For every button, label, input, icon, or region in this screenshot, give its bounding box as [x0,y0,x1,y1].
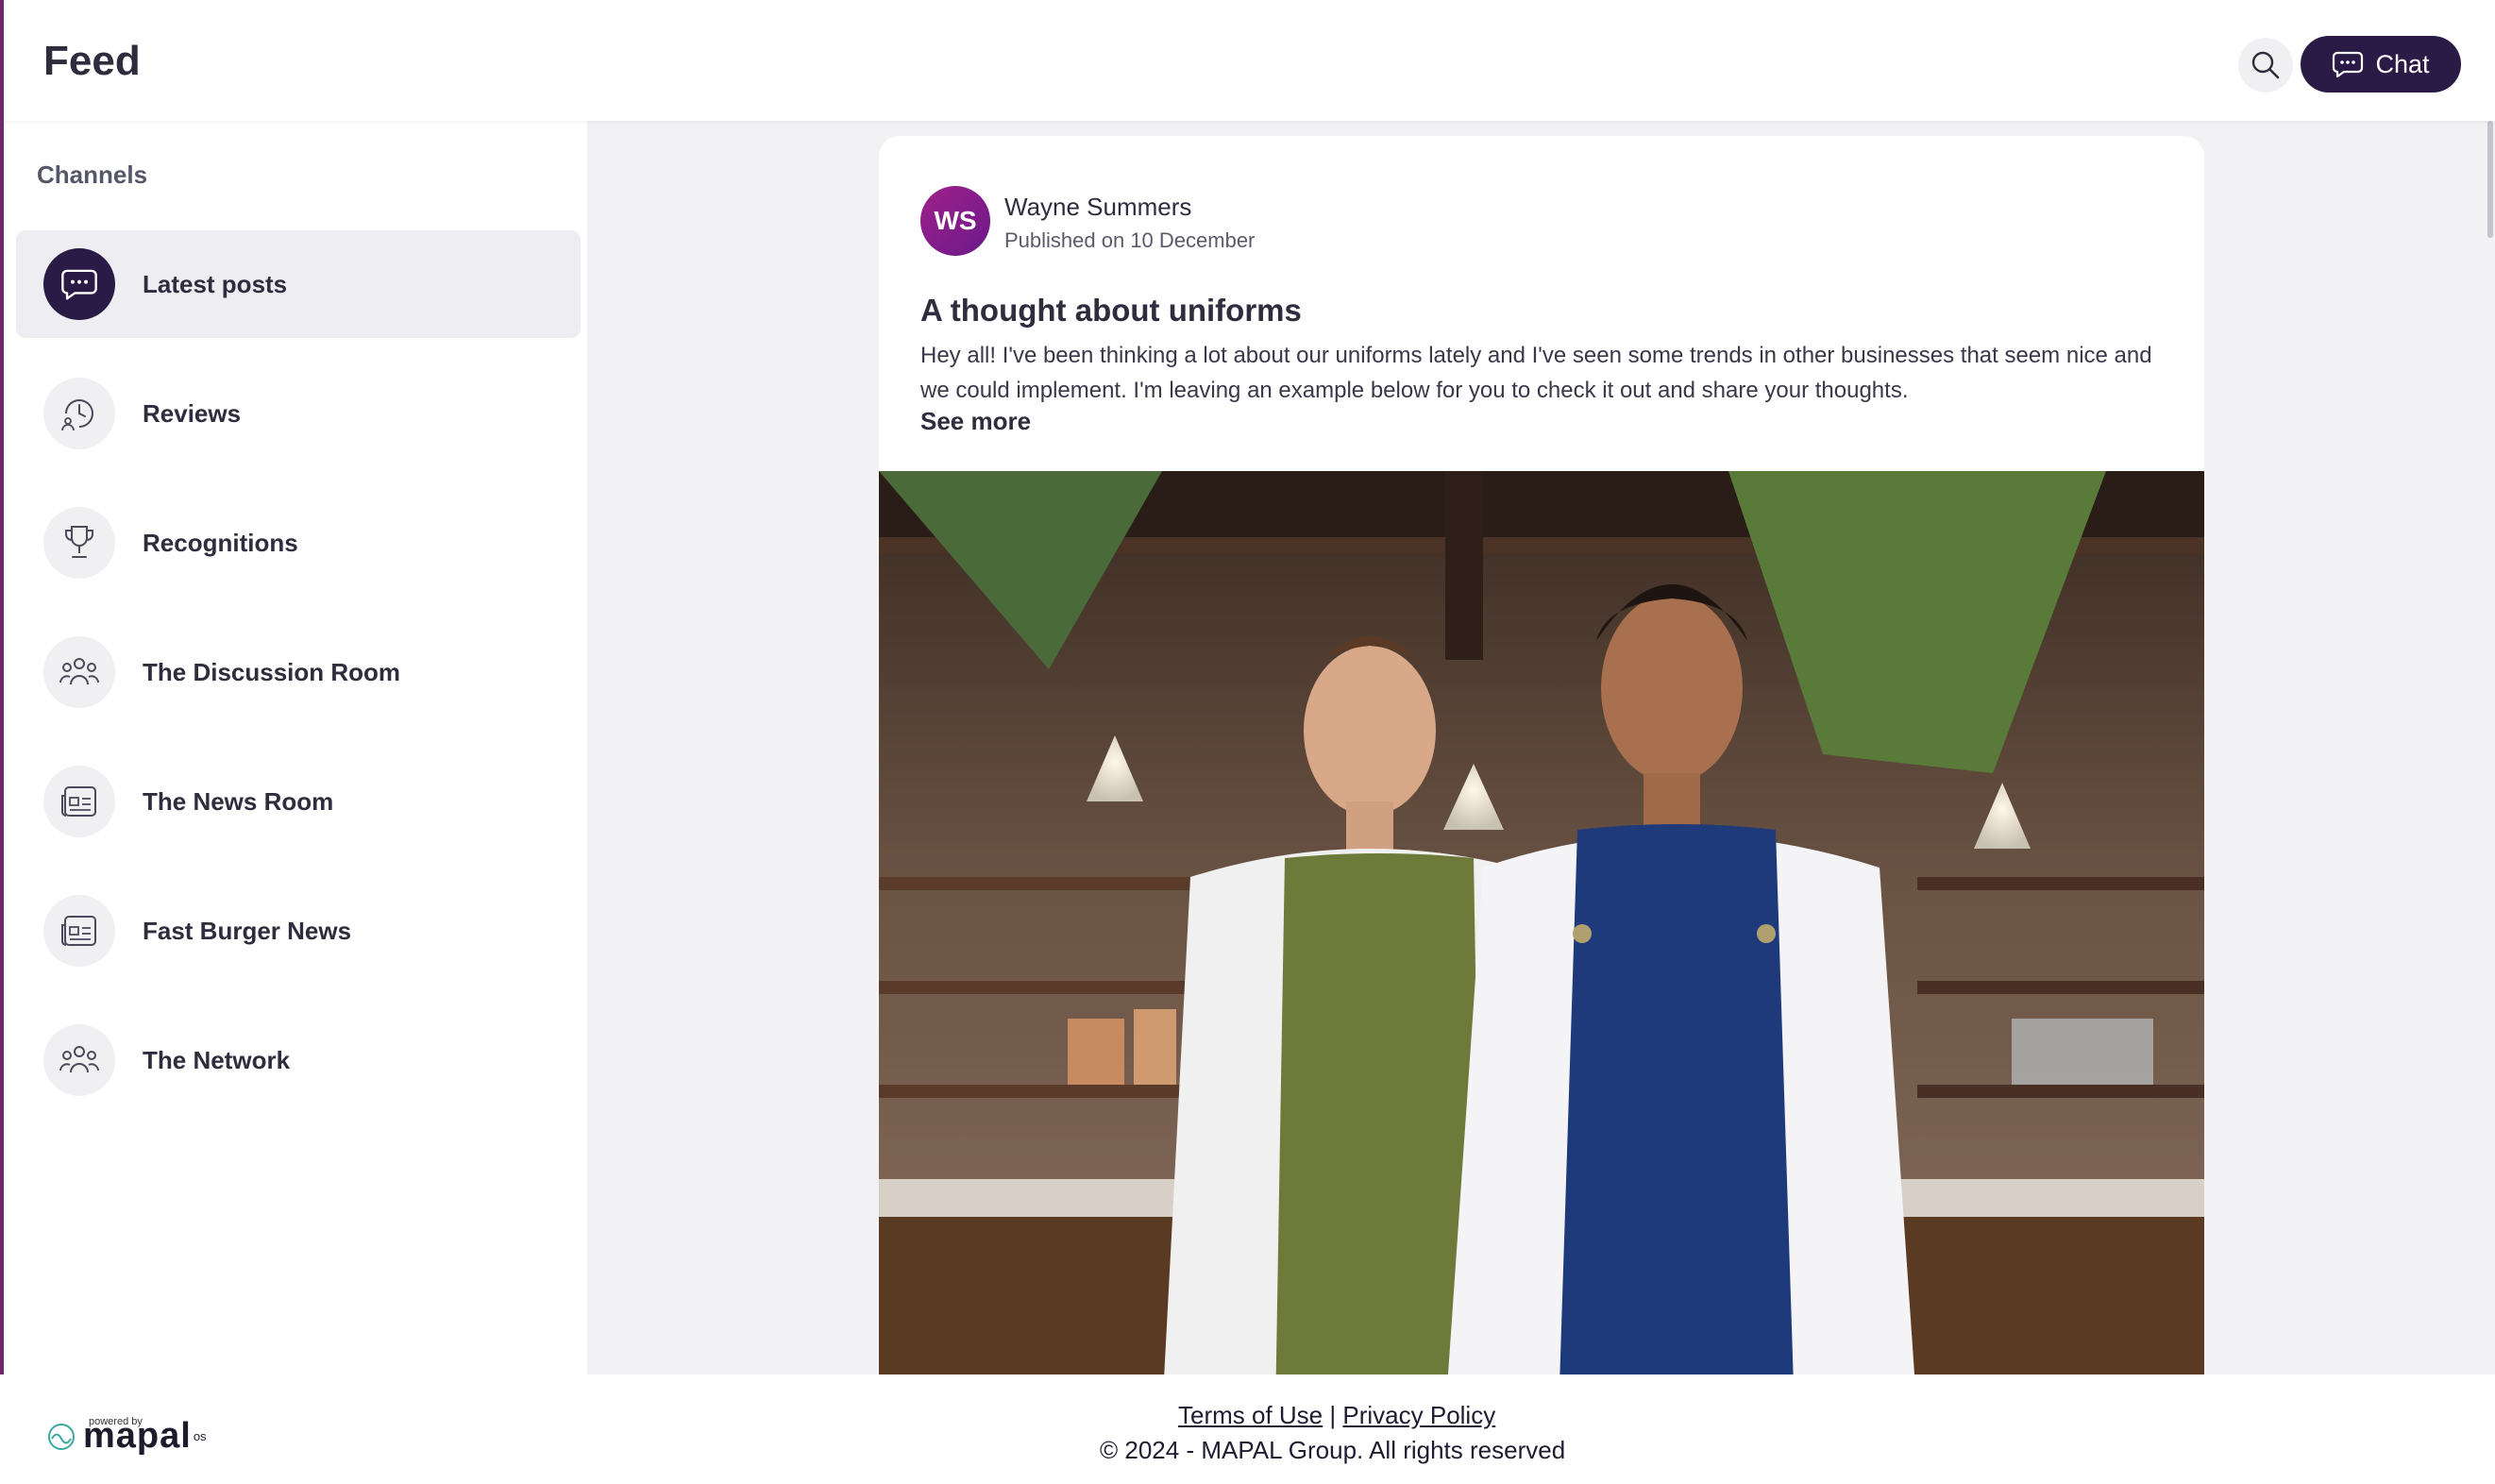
search-icon [2251,51,2280,79]
privacy-link[interactable]: Privacy Policy [1342,1401,1495,1429]
copyright-text: © 2024 - MAPAL Group. All rights reserve… [1100,1436,1566,1464]
scrollbar-thumb[interactable] [2487,121,2493,238]
post-title: A thought about uniforms [920,293,1302,328]
feed-main[interactable]: WS Wayne Summers Published on 10 Decembe… [587,121,2495,1374]
sidebar-item-label: Reviews [143,398,242,428]
newspaper-icon [43,766,115,837]
post-body: Hey all! I've been thinking a lot about … [920,343,2152,403]
chat-bubble-icon [2333,51,2364,78]
powered-by-text: powered by [89,1416,143,1427]
sidebar-item-fast-burger-news[interactable]: Fast Burger News [16,877,581,985]
avatar[interactable]: WS [920,186,990,256]
chat-button-label: Chat [2375,49,2430,78]
sidebar-item-reviews[interactable]: Reviews [16,360,581,467]
sidebar-item-news-room[interactable]: The News Room [16,748,581,855]
trophy-icon [43,507,115,579]
people-group-icon [43,636,115,708]
footer-separator: | [1329,1401,1337,1429]
mapal-logo: powered by mapal os [47,1416,207,1457]
sidebar-item-network[interactable]: The Network [16,1006,581,1114]
sidebar-item-label: The News Room [143,786,334,816]
channels-sidebar: Channels Latest posts Reviews Recognitio… [4,128,587,1374]
post-date: Published on 10 December [1004,228,1256,252]
logo-suffix: os [193,1429,207,1443]
sidebar-item-label: Fast Burger News [143,916,352,945]
feed-scrollbar[interactable] [2480,121,2495,1374]
page-title: Feed [43,38,141,84]
mapal-wave-icon [48,1424,75,1450]
sidebar-item-latest-posts[interactable]: Latest posts [16,230,581,338]
sidebar-item-recognitions[interactable]: Recognitions [16,489,581,597]
sidebar-item-label: The Network [143,1045,291,1074]
see-more-link[interactable]: See more [920,407,1031,436]
post-author[interactable]: Wayne Summers [1004,193,1191,222]
chat-button[interactable]: Chat [2301,36,2461,93]
sidebar-item-label: Latest posts [143,269,288,298]
footer: powered by mapal os Terms of Use | Priva… [0,1374,2495,1484]
sidebar-item-label: The Discussion Room [143,657,401,686]
top-header: Feed Chat [4,0,2495,121]
channels-heading: Channels [37,160,148,189]
search-button[interactable] [2238,38,2293,93]
history-user-icon [43,378,115,449]
sidebar-item-label: Recognitions [143,528,298,557]
post-image[interactable] [879,471,2204,1374]
people-group-icon [43,1024,115,1096]
footer-links: Terms of Use | Privacy Policy [1178,1401,1495,1430]
chat-bubble-icon [43,248,115,320]
newspaper-icon [43,895,115,967]
feed-post: WS Wayne Summers Published on 10 Decembe… [879,136,2204,1374]
sidebar-item-discussion-room[interactable]: The Discussion Room [16,618,581,726]
terms-link[interactable]: Terms of Use [1178,1401,1323,1429]
